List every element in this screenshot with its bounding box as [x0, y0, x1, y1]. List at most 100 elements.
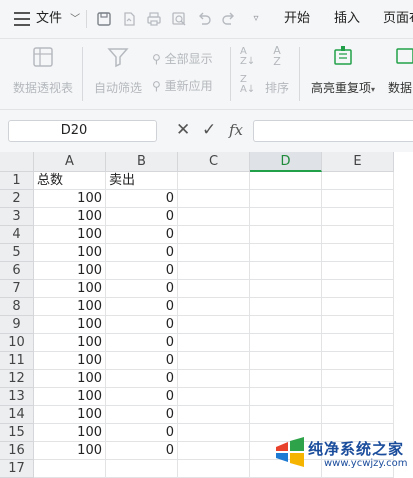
row-header[interactable]: 2: [0, 190, 34, 208]
row-header[interactable]: 9: [0, 316, 34, 334]
cell-d3[interactable]: [250, 208, 322, 226]
cell-a10[interactable]: 100: [34, 334, 106, 352]
column-header-a[interactable]: A: [34, 152, 106, 172]
cell-a13[interactable]: 100: [34, 388, 106, 406]
cell-b3[interactable]: 0: [106, 208, 178, 226]
insert-function-icon[interactable]: fx: [229, 121, 243, 139]
hamburger-menu-icon[interactable]: [14, 12, 30, 26]
cell-e13[interactable]: [322, 388, 394, 406]
pivot-table-button[interactable]: 数据透视表: [10, 45, 76, 96]
file-menu[interactable]: 文件 ﹀: [36, 0, 80, 38]
save-icon[interactable]: [96, 11, 112, 27]
cell-c17[interactable]: [178, 460, 250, 478]
column-header-e[interactable]: E: [322, 152, 394, 172]
cell-c3[interactable]: [178, 208, 250, 226]
name-box[interactable]: D20 ⌄: [8, 120, 157, 142]
cell-d10[interactable]: [250, 334, 322, 352]
cell-c14[interactable]: [178, 406, 250, 424]
row-header[interactable]: 10: [0, 334, 34, 352]
row-header[interactable]: 15: [0, 424, 34, 442]
cell-a12[interactable]: 100: [34, 370, 106, 388]
cell-e12[interactable]: [322, 370, 394, 388]
cell-b17[interactable]: [106, 460, 178, 478]
sort-descending-icon[interactable]: Z A↓: [240, 75, 255, 95]
cell-b13[interactable]: 0: [106, 388, 178, 406]
cell-c1[interactable]: [178, 172, 250, 190]
cell-c6[interactable]: [178, 262, 250, 280]
cell-d8[interactable]: [250, 298, 322, 316]
cell-c5[interactable]: [178, 244, 250, 262]
cell-a1[interactable]: 总数: [34, 172, 106, 190]
cell-c9[interactable]: [178, 316, 250, 334]
row-header[interactable]: 1: [0, 172, 34, 190]
cell-e7[interactable]: [322, 280, 394, 298]
print-preview-icon[interactable]: [171, 11, 187, 27]
cell-b8[interactable]: 0: [106, 298, 178, 316]
cell-c10[interactable]: [178, 334, 250, 352]
tab-start[interactable]: 开始: [284, 0, 310, 38]
cell-a5[interactable]: 100: [34, 244, 106, 262]
sort-button[interactable]: AZ 排序: [262, 45, 292, 96]
cell-c15[interactable]: [178, 424, 250, 442]
cell-d4[interactable]: [250, 226, 322, 244]
sort-ascending-icon[interactable]: A Z↓: [240, 47, 255, 67]
cell-b9[interactable]: 0: [106, 316, 178, 334]
cell-c8[interactable]: [178, 298, 250, 316]
cell-b7[interactable]: 0: [106, 280, 178, 298]
cell-d9[interactable]: [250, 316, 322, 334]
cell-e10[interactable]: [322, 334, 394, 352]
cell-e11[interactable]: [322, 352, 394, 370]
cell-a16[interactable]: 100: [34, 442, 106, 460]
select-all-corner[interactable]: [0, 152, 34, 172]
cell-d13[interactable]: [250, 388, 322, 406]
cell-c7[interactable]: [178, 280, 250, 298]
cell-a15[interactable]: 100: [34, 424, 106, 442]
cell-d5[interactable]: [250, 244, 322, 262]
cell-c4[interactable]: [178, 226, 250, 244]
column-header-b[interactable]: B: [106, 152, 178, 172]
row-header[interactable]: 14: [0, 406, 34, 424]
cell-e1[interactable]: [322, 172, 394, 190]
redo-icon[interactable]: [221, 11, 237, 27]
cell-d7[interactable]: [250, 280, 322, 298]
tab-insert[interactable]: 插入: [334, 0, 360, 38]
cell-c13[interactable]: [178, 388, 250, 406]
row-header[interactable]: 8: [0, 298, 34, 316]
cell-a3[interactable]: 100: [34, 208, 106, 226]
cell-c11[interactable]: [178, 352, 250, 370]
cell-c16[interactable]: [178, 442, 250, 460]
cell-b10[interactable]: 0: [106, 334, 178, 352]
row-header[interactable]: 12: [0, 370, 34, 388]
row-header[interactable]: 3: [0, 208, 34, 226]
cell-a2[interactable]: 100: [34, 190, 106, 208]
cell-e4[interactable]: [322, 226, 394, 244]
auto-filter-button[interactable]: 自动筛选: [90, 45, 146, 96]
cell-a6[interactable]: 100: [34, 262, 106, 280]
row-header[interactable]: 17: [0, 460, 34, 478]
cell-e14[interactable]: [322, 406, 394, 424]
confirm-entry-icon[interactable]: ✓: [202, 122, 216, 139]
column-header-d[interactable]: D: [250, 152, 322, 172]
print-icon[interactable]: [146, 11, 162, 27]
cell-b12[interactable]: 0: [106, 370, 178, 388]
cell-b11[interactable]: 0: [106, 352, 178, 370]
row-header[interactable]: 5: [0, 244, 34, 262]
cell-b5[interactable]: 0: [106, 244, 178, 262]
cell-b4[interactable]: 0: [106, 226, 178, 244]
cell-b1[interactable]: 卖出: [106, 172, 178, 190]
cell-a7[interactable]: 100: [34, 280, 106, 298]
undo-icon[interactable]: [196, 11, 212, 27]
customize-toolbar-icon[interactable]: ▿: [248, 11, 264, 27]
cell-b16[interactable]: 0: [106, 442, 178, 460]
show-all-button[interactable]: ⚲ 全部显示: [152, 50, 213, 67]
cell-d6[interactable]: [250, 262, 322, 280]
column-header-c[interactable]: C: [178, 152, 250, 172]
cell-c2[interactable]: [178, 190, 250, 208]
cancel-entry-icon[interactable]: ✕: [176, 122, 190, 139]
cell-d12[interactable]: [250, 370, 322, 388]
cell-a17[interactable]: [34, 460, 106, 478]
row-header[interactable]: 11: [0, 352, 34, 370]
cell-a14[interactable]: 100: [34, 406, 106, 424]
row-header[interactable]: 4: [0, 226, 34, 244]
cell-b2[interactable]: 0: [106, 190, 178, 208]
